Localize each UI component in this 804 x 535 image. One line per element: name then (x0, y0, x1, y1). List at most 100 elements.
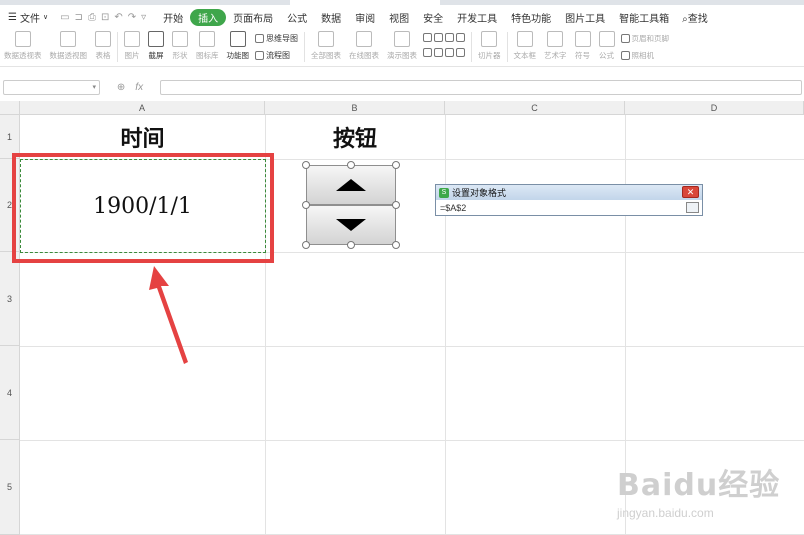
shapes-button[interactable]: 形状 (168, 29, 192, 61)
spin-button-control[interactable] (302, 161, 400, 249)
function-chart-icon (229, 31, 246, 47)
header-footer-button[interactable]: 页眉和页脚 (620, 33, 669, 44)
tab-data[interactable]: 数据 (314, 10, 348, 25)
search-button[interactable]: ⌕查找 (676, 10, 714, 25)
spin-up-button[interactable] (306, 165, 396, 205)
print-icon[interactable]: ⎙ (88, 12, 96, 23)
sparkline-icon[interactable] (456, 48, 465, 57)
picture-button[interactable]: 图片 (120, 29, 144, 61)
other-chart-icon[interactable] (445, 48, 454, 57)
formula-input[interactable] (160, 80, 802, 95)
format-object-dialog: S 设置对象格式 ✕ =$A$2 (435, 184, 703, 216)
quick-access-toolbar: ▭ ⊐ ⎙ ⊡ ↶ ↷ ▿ (54, 12, 156, 23)
column-header-a[interactable]: A (20, 101, 265, 115)
file-menu[interactable]: ☰ 文件 ∨ (0, 10, 54, 25)
tab-smart-toolbox[interactable]: 智能工具箱 (612, 10, 676, 25)
column-header-d[interactable]: D (625, 101, 804, 115)
tab-special-features[interactable]: 特色功能 (504, 10, 558, 25)
file-menu-label: 文件 (19, 13, 40, 25)
close-button[interactable]: ✕ (682, 186, 699, 198)
scatter-chart-icon[interactable] (434, 48, 443, 57)
slicer-button[interactable]: 切片器 (474, 29, 505, 61)
picture-icon (124, 31, 140, 47)
column-header-b[interactable]: B (265, 101, 445, 115)
tab-home[interactable]: 开始 (156, 10, 190, 25)
gridline (445, 115, 446, 535)
function-chart-button[interactable]: 功能图 (223, 29, 254, 61)
resize-handle[interactable] (392, 201, 400, 209)
name-box[interactable]: ▾ (3, 80, 100, 95)
tab-view[interactable]: 视图 (382, 10, 416, 25)
export-icon[interactable]: ⊐ (75, 12, 83, 23)
select-all-corner[interactable] (0, 101, 20, 115)
undo-icon[interactable]: ↶ (114, 12, 122, 23)
flowchart-icon (255, 51, 264, 60)
row-header-3[interactable]: 3 (0, 252, 20, 346)
cell-a1[interactable]: 时间 (20, 121, 265, 153)
tab-review[interactable]: 审阅 (348, 10, 382, 25)
all-charts-button[interactable]: 全部图表 (307, 29, 345, 61)
row-header-5[interactable]: 5 (0, 440, 20, 535)
tab-picture-tools[interactable]: 图片工具 (558, 10, 612, 25)
presentation-charts-icon (394, 31, 410, 47)
cell-link-input[interactable]: =$A$2 (436, 200, 702, 215)
wps-logo-icon: S (439, 187, 449, 198)
bar-chart-icon[interactable] (456, 33, 465, 42)
tab-developer[interactable]: 开发工具 (450, 10, 504, 25)
pie-chart-icon[interactable] (445, 33, 454, 42)
mindmap-button[interactable]: 思维导图 (255, 33, 298, 44)
resize-handle[interactable] (302, 201, 310, 209)
ribbon-divider (117, 32, 118, 62)
screenshot-icon (148, 31, 164, 47)
preview-icon[interactable]: ⊡ (101, 12, 109, 23)
fx-icon[interactable]: fx (135, 82, 143, 93)
zoom-icon[interactable]: ⊕ (117, 82, 125, 93)
resize-handle[interactable] (347, 241, 355, 249)
screenshot-button[interactable]: 截屏 (144, 29, 168, 61)
online-charts-button[interactable]: 在线图表 (345, 29, 383, 61)
customize-icon[interactable]: ▿ (141, 12, 146, 23)
textbox-button[interactable]: 文本框 (510, 29, 541, 61)
table-button[interactable]: 表格 (91, 29, 115, 61)
tab-insert[interactable]: 插入 (190, 8, 227, 26)
dialog-titlebar[interactable]: S 设置对象格式 ✕ (436, 185, 702, 200)
presentation-charts-button[interactable]: 演示图表 (383, 29, 421, 61)
expand-dialog-icon[interactable] (686, 202, 699, 213)
chevron-down-icon: ▾ (92, 84, 96, 91)
tab-formulas[interactable]: 公式 (280, 10, 314, 25)
resize-handle[interactable] (302, 161, 310, 169)
row-header-4[interactable]: 4 (0, 346, 20, 440)
resize-handle[interactable] (302, 241, 310, 249)
resize-handle[interactable] (392, 241, 400, 249)
pivot-table-button[interactable]: 数据透视表 (0, 29, 46, 61)
pivot-chart-icon (60, 31, 77, 47)
line-chart-icon[interactable] (434, 33, 443, 42)
tab-security[interactable]: 安全 (416, 10, 450, 25)
redo-icon[interactable]: ↷ (128, 12, 136, 23)
icon-library-icon (199, 31, 216, 47)
spin-down-button[interactable] (306, 205, 396, 245)
formula-button[interactable]: 公式 (595, 29, 619, 61)
header-camera-stack: 页眉和页脚 照相机 (619, 29, 674, 61)
table-icon (95, 31, 111, 47)
resize-handle[interactable] (347, 161, 355, 169)
flowchart-button[interactable]: 流程图 (255, 50, 298, 61)
column-header-c[interactable]: C (445, 101, 625, 115)
shapes-icon (172, 31, 188, 47)
pi-icon (598, 31, 615, 47)
save-icon[interactable]: ▭ (60, 12, 69, 23)
cell-link-value: =$A$2 (440, 202, 467, 213)
ribbon-divider (506, 32, 508, 62)
pivot-table-icon (14, 31, 31, 47)
icon-library-button[interactable]: 图标库 (192, 29, 223, 61)
all-charts-icon (318, 31, 334, 47)
camera-button[interactable]: 照相机 (620, 50, 670, 61)
symbol-button[interactable]: 符号 (571, 29, 595, 61)
wordart-button[interactable]: 艺术字 (540, 29, 571, 61)
area-chart-icon[interactable] (423, 48, 432, 57)
pivot-chart-button[interactable]: 数据透视图 (46, 29, 92, 61)
cell-b1[interactable]: 按钮 (265, 121, 445, 153)
column-chart-icon[interactable] (423, 33, 432, 42)
resize-handle[interactable] (392, 161, 400, 169)
tab-page-layout[interactable]: 页面布局 (226, 10, 280, 25)
